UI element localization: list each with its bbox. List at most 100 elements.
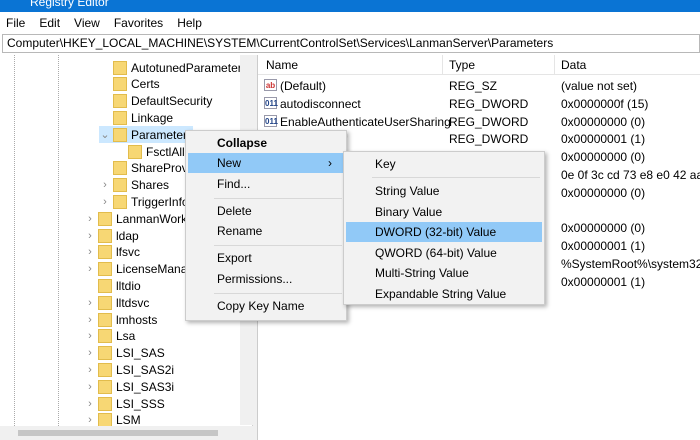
- folder-icon: [98, 295, 112, 310]
- menu-item-export[interactable]: Export: [188, 248, 344, 268]
- table-row[interactable]: 011 autodisconnect REG_DWORD 0x0000000f (15…: [258, 95, 700, 113]
- menu-item-delete[interactable]: Delete: [188, 201, 344, 221]
- menu-favorites[interactable]: Favorites: [114, 16, 163, 30]
- chevron-down-icon[interactable]: ⌄: [99, 128, 111, 141]
- chevron-right-icon[interactable]: ›: [99, 196, 111, 208]
- tree-node[interactable]: › lmhosts: [84, 311, 157, 328]
- tree-node-label: LSI_SAS: [116, 346, 165, 361]
- folder-icon: [113, 77, 127, 92]
- submenu-item-dword-value[interactable]: DWORD (32-bit) Value: [346, 222, 542, 242]
- tree-node[interactable]: › Shares: [99, 177, 169, 194]
- tree-node[interactable]: FsctlAllo: [114, 143, 191, 160]
- folder-icon: [113, 60, 127, 75]
- column-type[interactable]: Type: [449, 58, 475, 72]
- menu-item-collapse[interactable]: Collapse: [188, 133, 344, 153]
- folder-icon: [128, 144, 142, 159]
- chevron-right-icon[interactable]: ›: [84, 414, 96, 426]
- menu-item-permissions[interactable]: Permissions...: [188, 269, 344, 289]
- value-name: EnableAuthenticateUserSharing: [280, 114, 451, 129]
- menu-item-rename[interactable]: Rename: [188, 221, 344, 241]
- string-value-icon: ab: [264, 79, 277, 91]
- tree-node[interactable]: › lfsvc: [84, 244, 140, 261]
- scrollbar-thumb[interactable]: [18, 430, 218, 436]
- tree-node[interactable]: AutotunedParameters: [99, 59, 248, 76]
- tree-node[interactable]: Linkage: [99, 109, 173, 126]
- table-row[interactable]: ab (Default) REG_SZ (value not set): [258, 77, 700, 95]
- menu-item-new[interactable]: New ›: [188, 153, 344, 173]
- folder-icon: [113, 161, 127, 176]
- list-header: Name Type Data: [258, 55, 700, 75]
- tree-node[interactable]: Certs: [99, 76, 160, 93]
- folder-icon: [98, 245, 112, 260]
- menu-help[interactable]: Help: [177, 16, 202, 30]
- submenu-item-qword-value[interactable]: QWORD (64-bit) Value: [346, 243, 542, 263]
- tree-node[interactable]: › lltdsvc: [84, 294, 149, 311]
- chevron-right-icon[interactable]: ›: [99, 179, 111, 191]
- folder-icon: [113, 94, 127, 109]
- chevron-right-icon[interactable]: ›: [84, 314, 96, 326]
- folder-icon: [98, 262, 112, 277]
- value-data: 0x00000001 (1): [561, 239, 646, 254]
- binary-value-icon: 011: [264, 114, 278, 127]
- separator: [214, 198, 342, 199]
- folder-icon: [113, 194, 127, 209]
- value-data: (value not set): [561, 79, 638, 93]
- tree-horizontal-scrollbar[interactable]: [0, 426, 253, 440]
- value-type: REG_SZ: [449, 79, 498, 93]
- submenu-item-expandable-string-value[interactable]: Expandable String Value: [346, 284, 542, 304]
- column-name[interactable]: Name: [266, 58, 298, 72]
- title-bar: Registry Editor: [0, 0, 700, 12]
- folder-icon: [98, 329, 112, 344]
- chevron-right-icon[interactable]: ›: [84, 246, 96, 258]
- tree-node[interactable]: ShareProvi: [99, 160, 190, 177]
- column-data[interactable]: Data: [561, 58, 586, 72]
- tree-node-label: lltdio: [116, 278, 141, 293]
- tree-guide-line: [14, 55, 15, 440]
- menu-item-find[interactable]: Find...: [188, 174, 344, 194]
- tree-node[interactable]: › LSI_SAS2i: [84, 361, 174, 378]
- chevron-right-icon[interactable]: ›: [84, 263, 96, 275]
- submenu-item-string-value[interactable]: String Value: [346, 181, 542, 201]
- submenu-item-key[interactable]: Key: [346, 154, 542, 174]
- value-data: 0x00000000 (0): [561, 185, 646, 200]
- separator: [214, 245, 342, 246]
- submenu-item-multi-string-value[interactable]: Multi-String Value: [346, 263, 542, 283]
- value-name: (Default): [280, 79, 327, 93]
- folder-icon: [98, 396, 112, 411]
- tree-node-label: Certs: [131, 77, 160, 92]
- menu-view[interactable]: View: [74, 16, 100, 30]
- tree-node-label: ldap: [116, 228, 139, 243]
- menu-file[interactable]: File: [6, 16, 25, 30]
- chevron-right-icon[interactable]: ›: [84, 330, 96, 342]
- tree-node[interactable]: › TriggerInfo: [99, 193, 189, 210]
- folder-icon: [98, 362, 112, 377]
- tree-node[interactable]: DefaultSecurity: [99, 93, 212, 110]
- tree-node[interactable]: › LicenseManag: [84, 261, 194, 278]
- table-row[interactable]: 011 EnableAuthenticateUserSharing REG_DWOR…: [258, 113, 700, 131]
- tree-node[interactable]: › LSI_SAS: [84, 345, 165, 362]
- chevron-right-icon[interactable]: ›: [84, 297, 96, 309]
- binary-value-icon: 011: [264, 96, 278, 109]
- folder-icon: [113, 127, 127, 142]
- address-bar[interactable]: Computer\HKEY_LOCAL_MACHINE\SYSTEM\Curre…: [2, 34, 700, 53]
- tree-node[interactable]: › LanmanWork: [84, 210, 187, 227]
- tree-node-label: LSI_SSS: [116, 396, 165, 411]
- tree-node[interactable]: › LSI_SSS: [84, 395, 165, 412]
- chevron-right-icon[interactable]: ›: [84, 381, 96, 393]
- value-type: REG_DWORD: [449, 114, 529, 129]
- chevron-right-icon[interactable]: ›: [84, 230, 96, 242]
- tree-node[interactable]: ⌄ Parameters: [99, 126, 194, 144]
- menu-item-copy-key-name[interactable]: Copy Key Name: [188, 296, 344, 316]
- tree-node[interactable]: › Lsa: [84, 328, 135, 345]
- tree-node[interactable]: › ldap: [84, 227, 139, 244]
- tree-node[interactable]: › LSI_SAS3i: [84, 378, 174, 395]
- chevron-right-icon[interactable]: ›: [84, 347, 96, 359]
- chevron-right-icon[interactable]: ›: [84, 213, 96, 225]
- chevron-right-icon: ›: [328, 156, 332, 170]
- value-data: 0x00000000 (0): [561, 114, 646, 129]
- chevron-right-icon[interactable]: ›: [84, 364, 96, 376]
- chevron-right-icon[interactable]: ›: [84, 398, 96, 410]
- submenu-item-binary-value[interactable]: Binary Value: [346, 202, 542, 222]
- menu-edit[interactable]: Edit: [39, 16, 60, 30]
- tree-node[interactable]: lltdio: [84, 277, 141, 294]
